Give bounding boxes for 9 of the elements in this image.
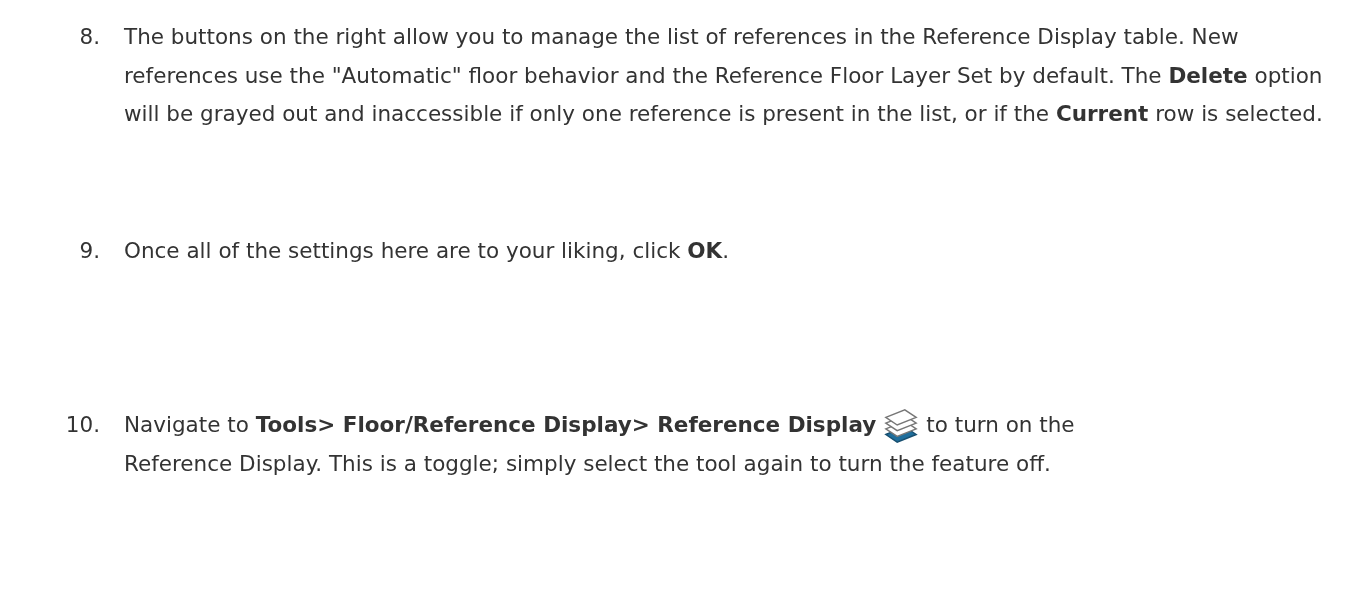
step-text: to turn on the [926,411,1075,439]
step-number: 9. [78,236,100,265]
step-number: 8. [78,23,100,51]
step-number: 10. [64,411,100,439]
stacked-layers-icon [882,406,921,445]
step-text: Reference Display. This is a toggle; simply select the tool again to turn the feature off. [124,449,1052,478]
step-text: Once all of the settings here are to your liking, click OK. [124,236,731,265]
step-text: The buttons on the right allow you to manage the list of references in the Reference Display table. New references use the "Automatic" floor behavior and the Reference Floor Layer Set by default. The Delete option will be grayed out and inaccessible if only one reference is present in the list, or if the Current row is selected. [124,23,1324,128]
step-text: Navigate to Tools> Floor/Reference Display> Reference Display [124,411,877,439]
